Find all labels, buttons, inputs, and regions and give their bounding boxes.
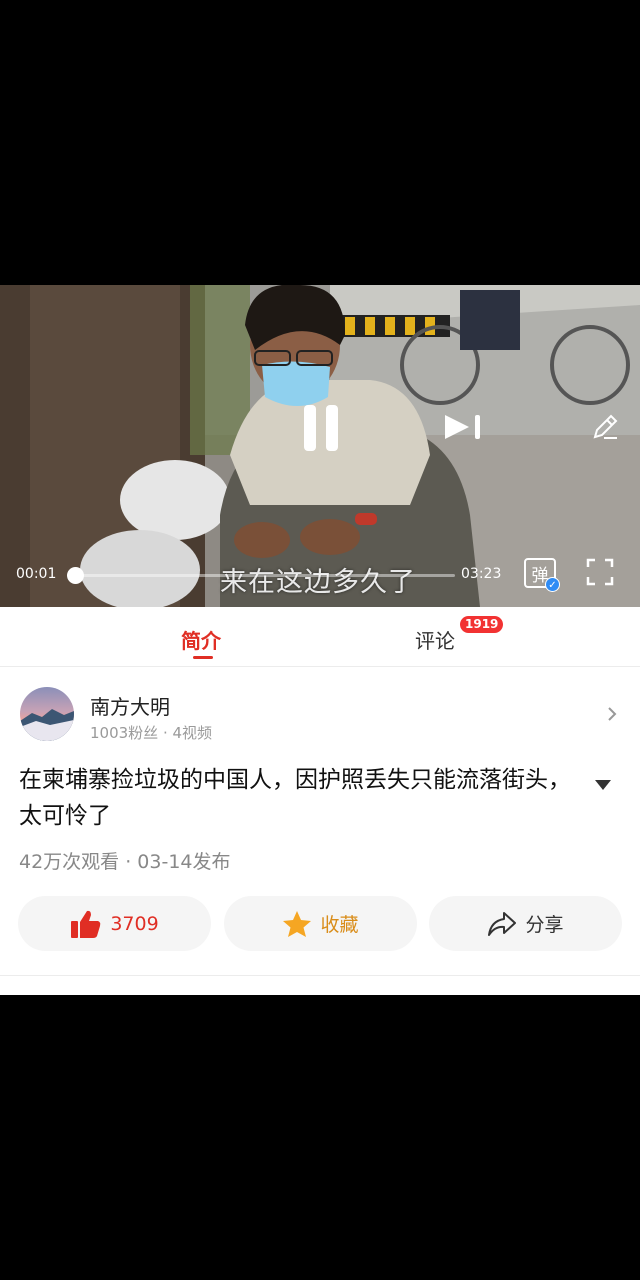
author-name[interactable]: 南方大明 [90,691,170,720]
bottom-letterbox [0,995,640,1280]
tab-intro-label: 简介 [181,629,221,653]
like-button[interactable]: 3709 [18,896,211,951]
video-subtitle: 来在这边多久了 [220,567,416,598]
top-letterbox [0,0,640,285]
divider [0,975,640,976]
pause-button[interactable] [298,403,344,453]
video-info-panel: 简介 评论 1919 南方大明 1003粉丝 · 4视频 在柬埔寨捡垃圾的中国人… [0,607,640,995]
fullscreen-icon [586,558,614,586]
tab-intro[interactable]: 简介 [181,625,221,659]
star-icon [283,910,312,937]
danmaku-icon: 弹 ✓ [524,558,560,592]
author-meta: 1003粉丝 · 4视频 [90,724,213,742]
like-count: 3709 [110,912,159,935]
chevron-right-icon[interactable] [603,705,621,723]
video-title: 在柬埔寨捡垃圾的中国人，因护照丢失只能流落街头，太可怜了 [19,767,571,829]
pause-icon [304,405,316,451]
check-icon: ✓ [545,577,560,592]
active-tab-indicator [193,656,213,659]
tab-bar: 简介 评论 1919 [0,607,640,667]
skip-next-icon [445,415,480,439]
edit-button[interactable] [588,410,622,444]
view-stats: 42万次观看 · 03-14发布 [19,851,231,873]
share-button[interactable]: 分享 [429,896,622,951]
comments-count-badge: 1919 [460,616,504,633]
share-icon [488,911,517,936]
tab-comments-label: 评论 [415,629,455,653]
avatar[interactable] [20,687,74,741]
action-bar: 3709 收藏 分享 [18,896,622,951]
favorite-label: 收藏 [320,914,359,936]
pencil-icon [593,414,618,439]
author-row[interactable]: 南方大明 1003粉丝 · 4视频 [18,687,618,743]
avatar-image [20,709,74,741]
total-time: 03:23 [461,566,502,582]
video-player[interactable]: 来在这边多久了 00:01 03:23 弹 ✓ [0,285,640,607]
favorite-button[interactable]: 收藏 [224,896,417,951]
thumbs-up-icon [71,910,101,938]
expand-caret-icon[interactable] [594,779,612,791]
progress-bar[interactable] [66,567,455,584]
danmaku-toggle-button[interactable]: 弹 ✓ [520,555,560,592]
tab-comments[interactable]: 评论 [415,625,455,654]
current-time: 00:01 [16,566,57,582]
fullscreen-button[interactable] [584,556,616,588]
progress-knob[interactable] [66,567,84,584]
next-video-button[interactable] [440,410,486,444]
share-label: 分享 [525,914,564,936]
